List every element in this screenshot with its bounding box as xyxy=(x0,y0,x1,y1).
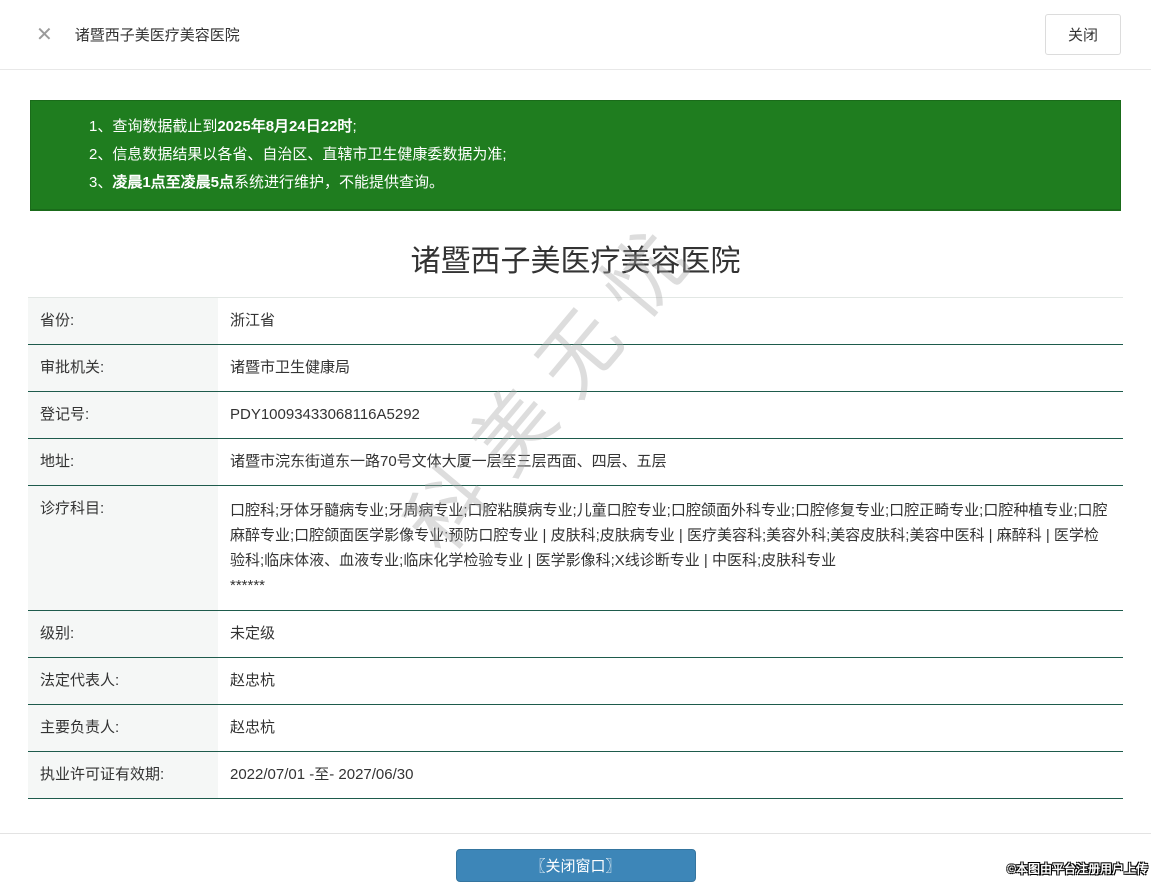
row-label: 地址: xyxy=(28,439,218,485)
page-title: 诸暨西子美医疗美容医院 xyxy=(410,245,741,278)
row-value: 2022/07/01 -至- 2027/06/30 xyxy=(230,766,414,783)
close-button[interactable]: 关闭 xyxy=(1044,14,1121,55)
notice-line-1: 1、查询数据截止到2025年8月24日22时; xyxy=(89,113,1090,141)
info-table: 省份: 浙江省 审批机关: 诸暨市卫生健康局 登记号: PDY100934330… xyxy=(28,297,1123,799)
row-label: 省份: xyxy=(28,298,218,344)
notice-bold-text: 凌晨1点至凌晨5点 xyxy=(112,174,235,191)
table-row-registration-number: 登记号: PDY10093433068116A5292 xyxy=(28,392,1123,439)
footer-button-wrap: 〖关闭窗口〗 xyxy=(0,849,1151,882)
row-label: 级别: xyxy=(28,611,218,657)
table-row-address: 地址: 诸暨市浣东街道东一路70号文体大厦一层至三层西面、四层、五层 xyxy=(28,439,1123,486)
notice-text: 系统进行维护，不能提供查询。 xyxy=(234,174,445,191)
table-row-province: 省份: 浙江省 xyxy=(28,298,1123,345)
row-value: 赵忠杭 xyxy=(230,719,276,736)
footer-divider xyxy=(0,833,1151,834)
notice-text: 2、信息数据结果以各省、自治区、直辖市卫生健康委数据为准; xyxy=(89,146,507,163)
row-value: 浙江省 xyxy=(230,312,276,329)
notice-line-2: 2、信息数据结果以各省、自治区、直辖市卫生健康委数据为准; xyxy=(89,141,1090,169)
table-row-medical-subjects: 诊疗科目: 口腔科;牙体牙髓病专业;牙周病专业;口腔粘膜病专业;儿童口腔专业;口… xyxy=(28,486,1123,611)
notice-box: 1、查询数据截止到2025年8月24日22时; 2、信息数据结果以各省、自治区、… xyxy=(30,100,1121,211)
table-row-legal-representative: 法定代表人: 赵忠杭 xyxy=(28,658,1123,705)
row-value: PDY10093433068116A5292 xyxy=(230,406,420,423)
close-window-button[interactable]: 〖关闭窗口〗 xyxy=(455,849,696,882)
topbar: ✕ 诸暨西子美医疗美容医院 关闭 xyxy=(0,0,1151,70)
row-label: 法定代表人: xyxy=(28,658,218,704)
copyright-text: ©本图由平台注册用户上传 xyxy=(1007,862,1148,876)
notice-bold-text: 2025年8月24日22时 xyxy=(217,118,353,135)
row-label: 登记号: xyxy=(28,392,218,438)
row-value: 诸暨市卫生健康局 xyxy=(230,359,351,376)
row-value: 未定级 xyxy=(230,625,276,642)
notice-text: 3、 xyxy=(89,174,113,191)
topbar-title: 诸暨西子美医疗美容医院 xyxy=(74,27,240,44)
row-label: 审批机关: xyxy=(28,345,218,391)
notice-line-3: 3、凌晨1点至凌晨5点系统进行维护，不能提供查询。 xyxy=(89,169,1090,197)
notice-text: 1、查询数据截止到 xyxy=(89,118,218,135)
table-row-license-validity: 执业许可证有效期: 2022/07/01 -至- 2027/06/30 xyxy=(28,752,1123,799)
row-label: 执业许可证有效期: xyxy=(28,752,218,798)
row-label: 诊疗科目: xyxy=(28,486,218,610)
row-label: 主要负责人: xyxy=(28,705,218,751)
table-row-level: 级别: 未定级 xyxy=(28,611,1123,658)
notice-text: ; xyxy=(352,118,357,135)
table-row-principal: 主要负责人: 赵忠杭 xyxy=(28,705,1123,752)
row-value: 赵忠杭 xyxy=(230,672,276,689)
row-value: 诸暨市浣东街道东一路70号文体大厦一层至三层西面、四层、五层 xyxy=(230,453,667,470)
close-x-icon[interactable]: ✕ xyxy=(36,25,53,45)
row-value: 口腔科;牙体牙髓病专业;牙周病专业;口腔粘膜病专业;儿童口腔专业;口腔颌面外科专… xyxy=(230,502,1108,594)
table-row-approval-authority: 审批机关: 诸暨市卫生健康局 xyxy=(28,345,1123,392)
